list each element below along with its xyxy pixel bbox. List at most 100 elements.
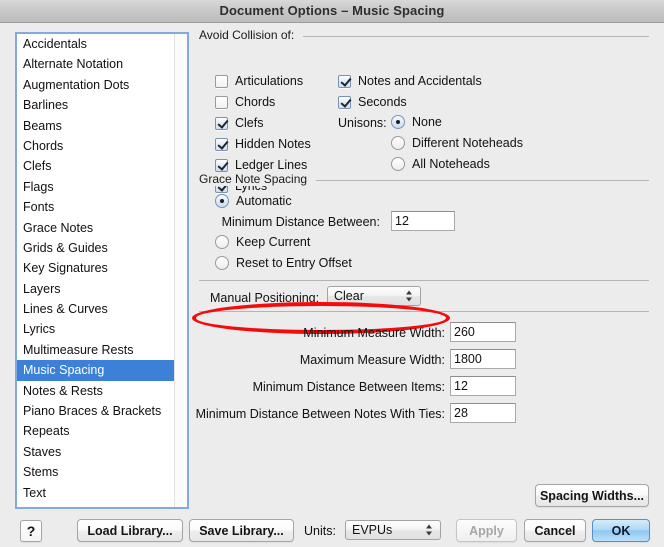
dialog-content: AccidentalsAlternate NotationAugmentatio… xyxy=(0,23,664,547)
avoid-collision-title: Avoid Collision of: xyxy=(199,28,298,42)
checkbox-clefs-box[interactable] xyxy=(215,117,228,130)
radio-unisons-none-dot[interactable] xyxy=(391,115,405,129)
document-options-window: Document Options – Music Spacing Acciden… xyxy=(0,0,664,547)
sidebar-item-notes-rests[interactable]: Notes & Rests xyxy=(17,381,174,401)
units-dropdown[interactable]: EVPUs xyxy=(345,520,441,540)
radio-unisons-all-noteheads-label: All Noteheads xyxy=(412,157,490,171)
window-title: Document Options – Music Spacing xyxy=(0,3,664,18)
apply-button[interactable]: Apply xyxy=(456,519,517,542)
sidebar-item-lines-curves[interactable]: Lines & Curves xyxy=(17,299,174,319)
checkbox-clefs[interactable]: Clefs xyxy=(215,116,263,130)
radio-grace-automatic-dot[interactable] xyxy=(215,194,229,208)
sidebar-item-music-spacing[interactable]: Music Spacing xyxy=(17,360,174,380)
checkbox-articulations-label: Articulations xyxy=(235,74,303,88)
sidebar-item-accidentals[interactable]: Accidentals xyxy=(17,34,174,54)
spacing-widths-button[interactable]: Spacing Widths... xyxy=(535,484,649,507)
checkbox-chords-box[interactable] xyxy=(215,96,228,109)
checkbox-hidden-notes[interactable]: Hidden Notes xyxy=(215,137,311,151)
radio-grace-automatic-label: Automatic xyxy=(236,194,292,208)
checkbox-chords-label: Chords xyxy=(235,95,275,109)
checkbox-hidden-notes-box[interactable] xyxy=(215,138,228,151)
checkbox-clefs-label: Clefs xyxy=(235,116,263,130)
load-library-button[interactable]: Load Library... xyxy=(77,519,183,542)
checkbox-notes-and-accidentals-label: Notes and Accidentals xyxy=(358,74,482,88)
radio-grace-reset-to-entry-offset[interactable]: Reset to Entry Offset xyxy=(215,256,352,270)
manual-positioning-dropdown[interactable]: Clear xyxy=(327,286,421,306)
sidebar-item-barlines[interactable]: Barlines xyxy=(17,95,174,115)
units-value: EVPUs xyxy=(352,523,392,537)
sidebar-item-clefs[interactable]: Clefs xyxy=(17,156,174,176)
radio-unisons-different-noteheads[interactable]: Different Noteheads xyxy=(391,136,523,150)
radio-unisons-different-noteheads-dot[interactable] xyxy=(391,136,405,150)
sidebar-item-lyrics[interactable]: Lyrics xyxy=(17,319,174,339)
avoid-collision-rule xyxy=(303,36,649,37)
radio-unisons-none[interactable]: None xyxy=(391,115,442,129)
checkbox-articulations[interactable]: Articulations xyxy=(215,74,303,88)
checkbox-hidden-notes-label: Hidden Notes xyxy=(235,137,311,151)
sidebar-item-repeats[interactable]: Repeats xyxy=(17,421,174,441)
sidebar-item-grids-guides[interactable]: Grids & Guides xyxy=(17,238,174,258)
minimum-distance-between-notes-with-ties-input[interactable]: 28 xyxy=(450,403,516,423)
radio-grace-reset-to-entry-offset-label: Reset to Entry Offset xyxy=(236,256,352,270)
manual-positioning-value: Clear xyxy=(334,289,364,303)
radio-grace-automatic[interactable]: Automatic xyxy=(215,194,292,208)
units-label: Units: xyxy=(304,524,336,538)
sidebar-item-piano-braces-brackets[interactable]: Piano Braces & Brackets xyxy=(17,401,174,421)
sidebar-item-staves[interactable]: Staves xyxy=(17,442,174,462)
minimum-measure-width-input[interactable]: 260 xyxy=(450,322,516,342)
checkbox-ledger-lines-label: Ledger Lines xyxy=(235,158,307,172)
ok-button[interactable]: OK xyxy=(592,519,650,542)
checkbox-articulations-box[interactable] xyxy=(215,75,228,88)
grace-note-spacing-title: Grace Note Spacing xyxy=(199,172,311,186)
sidebar-item-stems[interactable]: Stems xyxy=(17,462,174,482)
minimum-distance-between-input[interactable]: 12 xyxy=(391,211,455,231)
manual-positioning-label: Manual Positioning: xyxy=(210,291,319,305)
radio-unisons-all-noteheads-dot[interactable] xyxy=(391,157,405,171)
checkbox-ledger-lines[interactable]: Ledger Lines xyxy=(215,158,307,172)
checkbox-seconds-box[interactable] xyxy=(338,96,351,109)
unisons-label: Unisons: xyxy=(338,116,387,130)
radio-unisons-different-noteheads-label: Different Noteheads xyxy=(412,136,523,150)
sidebar-item-augmentation-dots[interactable]: Augmentation Dots xyxy=(17,75,174,95)
help-button[interactable]: ? xyxy=(20,520,42,542)
minimum-distance-between-notes-with-ties-label: Minimum Distance Between Notes With Ties… xyxy=(180,407,445,421)
sidebar-item-key-signatures[interactable]: Key Signatures xyxy=(17,258,174,278)
radio-grace-keep-current-label: Keep Current xyxy=(236,235,310,249)
sidebar-item-fonts[interactable]: Fonts xyxy=(17,197,174,217)
checkbox-notes-and-accidentals[interactable]: Notes and Accidentals xyxy=(338,74,482,88)
sidebar-item-multimeasure-rests[interactable]: Multimeasure Rests xyxy=(17,340,174,360)
checkbox-chords[interactable]: Chords xyxy=(215,95,275,109)
checkbox-seconds-label: Seconds xyxy=(358,95,407,109)
radio-grace-keep-current[interactable]: Keep Current xyxy=(215,235,310,249)
minimum-distance-between-items-input[interactable]: 12 xyxy=(450,376,516,396)
save-library-button[interactable]: Save Library... xyxy=(189,519,294,542)
chevron-updown-icon xyxy=(406,290,413,303)
category-list-scrollbar[interactable] xyxy=(174,34,187,507)
checkbox-ledger-lines-box[interactable] xyxy=(215,159,228,172)
checkbox-seconds[interactable]: Seconds xyxy=(338,95,407,109)
sidebar-item-layers[interactable]: Layers xyxy=(17,279,174,299)
minimum-distance-between-label: Minimum Distance Between: xyxy=(200,215,380,229)
window-titlebar[interactable]: Document Options – Music Spacing xyxy=(0,0,664,23)
radio-unisons-all-noteheads[interactable]: All Noteheads xyxy=(391,157,490,171)
checkbox-notes-and-accidentals-box[interactable] xyxy=(338,75,351,88)
chevron-updown-icon xyxy=(426,524,433,537)
category-list[interactable]: AccidentalsAlternate NotationAugmentatio… xyxy=(15,32,189,509)
sidebar-item-beams[interactable]: Beams xyxy=(17,116,174,136)
category-list-items[interactable]: AccidentalsAlternate NotationAugmentatio… xyxy=(17,34,174,507)
minimum-distance-between-items-label: Minimum Distance Between Items: xyxy=(200,380,445,394)
sidebar-item-flags[interactable]: Flags xyxy=(17,177,174,197)
sidebar-item-ties[interactable]: Ties xyxy=(17,503,174,509)
minimum-measure-width-label: Minimum Measure Width: xyxy=(200,326,445,340)
sidebar-item-grace-notes[interactable]: Grace Notes xyxy=(17,218,174,238)
radio-grace-reset-to-entry-offset-dot[interactable] xyxy=(215,256,229,270)
sidebar-item-text[interactable]: Text xyxy=(17,483,174,503)
sidebar-item-alternate-notation[interactable]: Alternate Notation xyxy=(17,54,174,74)
unisons-label-row: Unisons: xyxy=(338,116,387,130)
radio-grace-keep-current-dot[interactable] xyxy=(215,235,229,249)
cancel-button[interactable]: Cancel xyxy=(524,519,586,542)
grace-note-spacing-rule xyxy=(316,180,649,181)
sidebar-item-chords[interactable]: Chords xyxy=(17,136,174,156)
radio-unisons-none-label: None xyxy=(412,115,442,129)
maximum-measure-width-input[interactable]: 1800 xyxy=(450,349,516,369)
